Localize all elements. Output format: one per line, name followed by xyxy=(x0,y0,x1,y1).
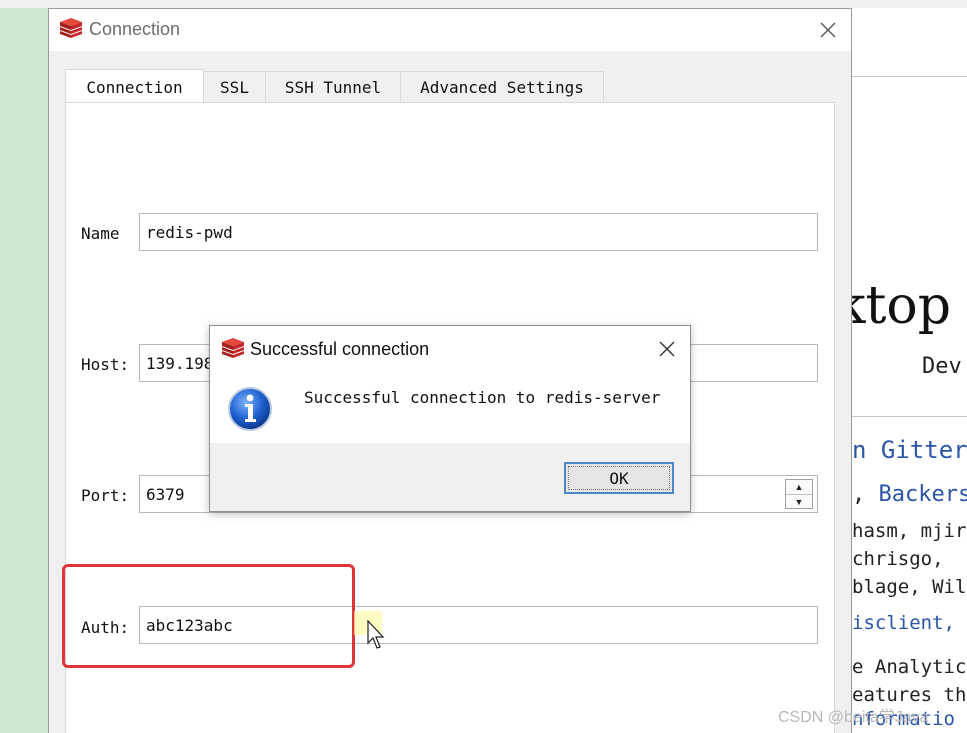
backers-link[interactable]: Backers xyxy=(879,482,967,507)
dialog-message: Successful connection to redis-server xyxy=(304,388,661,407)
close-icon xyxy=(820,22,836,38)
tab-ssh-tunnel[interactable]: SSH Tunnel xyxy=(265,71,401,103)
tab-advanced-settings[interactable]: Advanced Settings xyxy=(400,71,604,103)
dialog-body: Successful connection Successful connect… xyxy=(210,326,690,443)
tab-connection[interactable]: Connection xyxy=(65,69,204,104)
ok-button[interactable]: OK xyxy=(564,462,674,494)
dialog-title: Successful connection xyxy=(250,339,430,359)
desktop-background xyxy=(0,0,48,733)
window-title-bar: Connection xyxy=(49,9,851,51)
close-icon xyxy=(659,341,675,357)
gitter-link[interactable]: n Gitter xyxy=(852,436,967,464)
spin-down-icon[interactable]: ▼ xyxy=(786,494,812,508)
mouse-cursor-icon xyxy=(367,620,385,649)
watermark: CSDN @beita学Java xyxy=(778,709,929,726)
page-link-line[interactable]: isclient, C xyxy=(852,612,967,634)
page-subheading-fragment: Dev xyxy=(922,354,962,379)
page-divider xyxy=(852,416,967,417)
page-text-line: chrisgo, xyxy=(852,548,944,570)
info-icon xyxy=(228,387,272,431)
dialog-close-button[interactable] xyxy=(652,334,682,364)
top-background-strip xyxy=(0,0,967,8)
backers-prefix: , xyxy=(852,482,879,507)
tab-ssl[interactable]: SSL xyxy=(203,71,266,103)
auth-field[interactable]: abc123abc xyxy=(139,606,818,644)
page-divider xyxy=(852,76,967,77)
name-field[interactable]: redis-pwd xyxy=(139,213,818,251)
spin-up-icon[interactable]: ▲ xyxy=(786,480,812,494)
window-close-button[interactable] xyxy=(813,15,843,45)
port-spinner[interactable]: ▲ ▼ xyxy=(785,479,813,509)
redis-logo-icon xyxy=(222,338,244,358)
host-label: Host: xyxy=(81,355,130,374)
name-label: Name xyxy=(81,224,120,243)
success-dialog: Successful connection Successful connect… xyxy=(209,325,691,512)
background-webpage: ktop Dev n Gitter , Backers hasm, mjir c… xyxy=(852,8,967,733)
page-heading-fragment: ktop xyxy=(852,276,951,336)
page-text-line: blage, Wil xyxy=(852,576,967,598)
window-title: Connection xyxy=(89,19,181,39)
page-text-line: e Analytics xyxy=(852,656,967,678)
page-text-line: hasm, mjir xyxy=(852,520,967,542)
backers-line: , Backers xyxy=(852,482,967,507)
redis-logo-icon xyxy=(60,18,82,38)
auth-label: Auth: xyxy=(81,618,130,637)
port-label: Port: xyxy=(81,486,130,505)
